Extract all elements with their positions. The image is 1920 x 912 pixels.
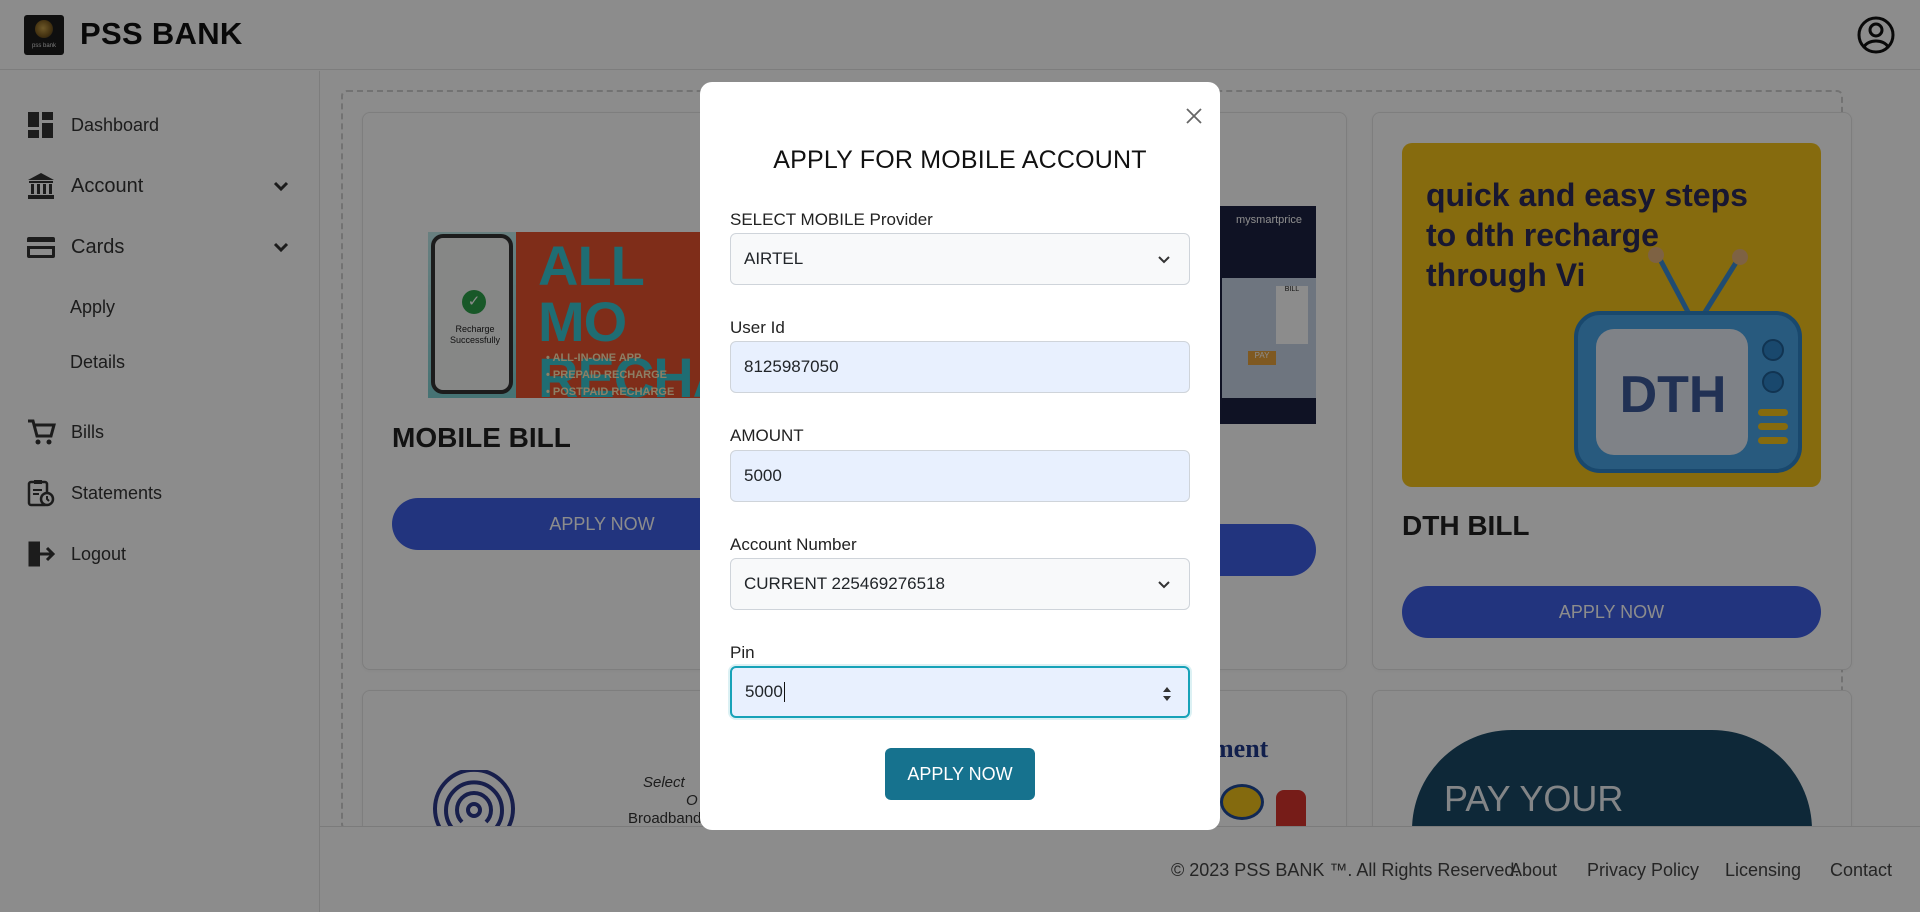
account-number-label: Account Number [730, 535, 857, 554]
userid-value: 8125987050 [744, 357, 839, 376]
text-cursor [783, 682, 785, 702]
userid-input[interactable]: 8125987050 [730, 341, 1190, 393]
account-number-select[interactable]: CURRENT 225469276518 [730, 558, 1190, 610]
apply-mobile-account-modal: APPLY FOR MOBILE ACCOUNT SELECT MOBILE P… [700, 82, 1220, 830]
provider-label: SELECT MOBILE Provider [730, 210, 933, 229]
chevron-down-icon [1158, 256, 1170, 264]
close-icon [1186, 108, 1202, 124]
amount-input[interactable]: 5000 [730, 450, 1190, 502]
account-number-value: CURRENT 225469276518 [744, 574, 945, 593]
close-button[interactable] [1178, 100, 1210, 132]
apply-now-submit-button[interactable]: APPLY NOW [885, 748, 1035, 800]
provider-value: AIRTEL [744, 249, 804, 268]
number-spinner-icon[interactable] [1160, 683, 1174, 705]
chevron-down-icon [1158, 581, 1170, 589]
modal-title: APPLY FOR MOBILE ACCOUNT [773, 146, 1147, 174]
provider-select[interactable]: AIRTEL [730, 233, 1190, 285]
amount-value: 5000 [744, 466, 782, 485]
amount-label: AMOUNT [730, 426, 804, 445]
pin-input[interactable]: 5000 [730, 666, 1190, 718]
pin-value: 5000 [745, 682, 783, 701]
userid-label: User Id [730, 318, 785, 337]
pin-label: Pin [730, 643, 755, 662]
